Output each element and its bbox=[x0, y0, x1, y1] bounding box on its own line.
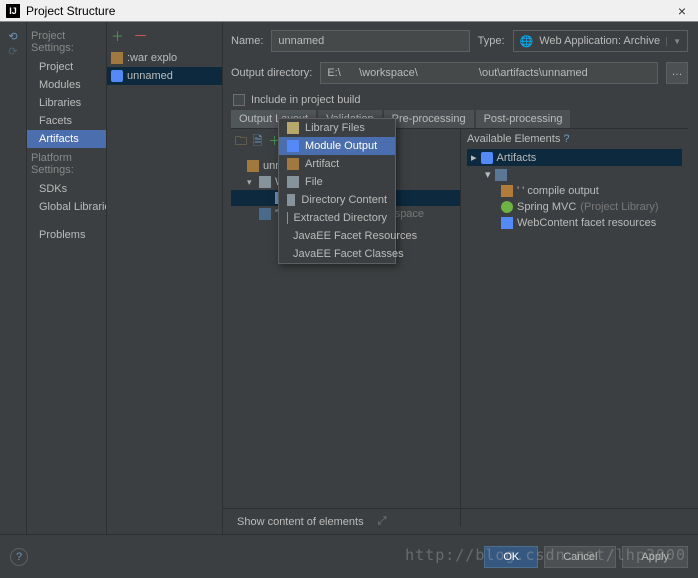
name-input[interactable] bbox=[271, 30, 469, 52]
sidebar-item-modules[interactable]: Modules bbox=[27, 76, 106, 94]
artifact-label: unnamed bbox=[127, 70, 173, 82]
artifact-toolbar: ＋ － bbox=[107, 22, 222, 49]
titlebar: IJ Project Structure × bbox=[0, 0, 698, 22]
file-icon bbox=[287, 176, 299, 188]
window-title: Project Structure bbox=[26, 4, 672, 18]
cancel-button[interactable]: Cancel bbox=[544, 546, 616, 568]
new-archive-icon[interactable]: 🗎 bbox=[253, 132, 263, 153]
menu-item-directory-content[interactable]: Directory Content bbox=[279, 191, 395, 209]
menu-item-javaee-resources[interactable]: JavaEE Facet Resources bbox=[279, 227, 395, 245]
menu-item-extracted-directory[interactable]: Extracted Directory bbox=[279, 209, 395, 227]
available-elements-pane: Available Elements ? ▸Artifacts ▾ ' ' co… bbox=[461, 129, 688, 526]
tab-pre-processing[interactable]: Pre-processing bbox=[384, 110, 474, 128]
content-pane: Name: Type: 🌐 Web Application: Archive ▼… bbox=[223, 22, 698, 534]
tab-post-processing[interactable]: Post-processing bbox=[476, 110, 571, 128]
help-icon[interactable]: ? bbox=[563, 133, 569, 145]
artifact-icon bbox=[481, 152, 493, 164]
artifact-icon bbox=[111, 70, 123, 82]
include-label: Include in project build bbox=[251, 94, 360, 106]
menu-item-artifact[interactable]: Artifact bbox=[279, 155, 395, 173]
sidebar-item-project[interactable]: Project bbox=[27, 58, 106, 76]
tree-node[interactable]: ' ' compile output bbox=[467, 183, 682, 199]
menu-item-javaee-classes[interactable]: JavaEE Facet Classes bbox=[279, 245, 395, 263]
browse-button[interactable]: … bbox=[666, 62, 688, 84]
folder-icon bbox=[287, 194, 295, 206]
menu-item-file[interactable]: File bbox=[279, 173, 395, 191]
include-checkbox-row[interactable]: Include in project build bbox=[231, 94, 688, 106]
artifact-label: :war explo bbox=[127, 52, 177, 64]
folder-icon bbox=[259, 176, 271, 188]
archive-icon bbox=[111, 52, 123, 64]
artifact-row[interactable]: :war explo bbox=[107, 49, 222, 67]
back-icon[interactable]: ⟲ bbox=[0, 30, 26, 43]
add-content-menu: Library Files Module Output Artifact Fil… bbox=[278, 118, 396, 264]
show-content-label: Show content of elements bbox=[237, 516, 364, 528]
expand-icon[interactable]: ⤢ bbox=[378, 515, 387, 528]
close-icon[interactable]: × bbox=[672, 3, 692, 19]
sidebar-header-project: Project Settings: bbox=[27, 26, 106, 58]
globe-icon: 🌐 bbox=[520, 35, 534, 48]
type-value: Web Application: Archive bbox=[539, 35, 660, 47]
artifact-row[interactable]: unnamed bbox=[107, 67, 222, 85]
available-header: Available Elements ? bbox=[467, 133, 682, 145]
tree-node[interactable]: Spring MVC (Project Library) bbox=[467, 199, 682, 215]
artifact-list: ＋ － :war explo unnamed bbox=[107, 22, 223, 534]
sidebar: Project Settings: Project Modules Librar… bbox=[27, 22, 107, 534]
add-artifact-icon[interactable]: ＋ bbox=[111, 29, 124, 44]
sidebar-item-problems[interactable]: Problems bbox=[27, 226, 106, 244]
available-tree: ▸Artifacts ▾ ' ' compile output Spring M… bbox=[467, 149, 682, 231]
app-icon: IJ bbox=[6, 4, 20, 18]
webcontent-icon bbox=[259, 208, 271, 220]
sidebar-header-platform: Platform Settings: bbox=[27, 148, 106, 180]
sidebar-item-libraries[interactable]: Libraries bbox=[27, 94, 106, 112]
new-folder-icon[interactable]: 🗀 bbox=[235, 132, 247, 153]
help-button[interactable]: ? bbox=[10, 548, 28, 566]
type-label: Type: bbox=[478, 35, 505, 47]
sidebar-item-artifacts[interactable]: Artifacts bbox=[27, 130, 106, 148]
library-icon bbox=[287, 122, 299, 134]
name-label: Name: bbox=[231, 35, 263, 47]
menu-item-library-files[interactable]: Library Files bbox=[279, 119, 395, 137]
module-icon bbox=[495, 169, 507, 181]
module-icon bbox=[287, 140, 299, 152]
checkbox-icon[interactable] bbox=[233, 94, 245, 106]
tree-node[interactable]: ▸Artifacts bbox=[467, 149, 682, 166]
outdir-label: Output directory: bbox=[231, 67, 312, 79]
show-content-row[interactable]: Show content of elements ⤢ bbox=[223, 508, 698, 534]
outdir-input[interactable] bbox=[320, 62, 658, 84]
sidebar-item-facets[interactable]: Facets bbox=[27, 112, 106, 130]
forward-icon[interactable]: ⟳ bbox=[0, 45, 26, 58]
sidebar-item-sdks[interactable]: SDKs bbox=[27, 180, 106, 198]
compile-output-icon bbox=[501, 185, 513, 197]
left-gutter: ⟲ ⟳ bbox=[0, 22, 27, 534]
dialog-footer: ? OK Cancel Apply bbox=[0, 534, 698, 578]
spring-icon bbox=[501, 201, 513, 213]
artifact-icon bbox=[287, 158, 299, 170]
ok-button[interactable]: OK bbox=[484, 546, 538, 568]
sidebar-item-global-libraries[interactable]: Global Libraries bbox=[27, 198, 106, 216]
tree-node[interactable]: ▾ bbox=[467, 166, 682, 183]
apply-button[interactable]: Apply bbox=[622, 546, 688, 568]
web-icon bbox=[501, 217, 513, 229]
archive-icon bbox=[247, 160, 259, 172]
menu-item-module-output[interactable]: Module Output bbox=[279, 137, 395, 155]
remove-artifact-icon[interactable]: － bbox=[133, 28, 148, 45]
chevron-down-icon: ▼ bbox=[666, 37, 681, 46]
tree-node[interactable]: WebContent facet resources bbox=[467, 215, 682, 231]
type-select[interactable]: 🌐 Web Application: Archive ▼ bbox=[513, 30, 689, 52]
